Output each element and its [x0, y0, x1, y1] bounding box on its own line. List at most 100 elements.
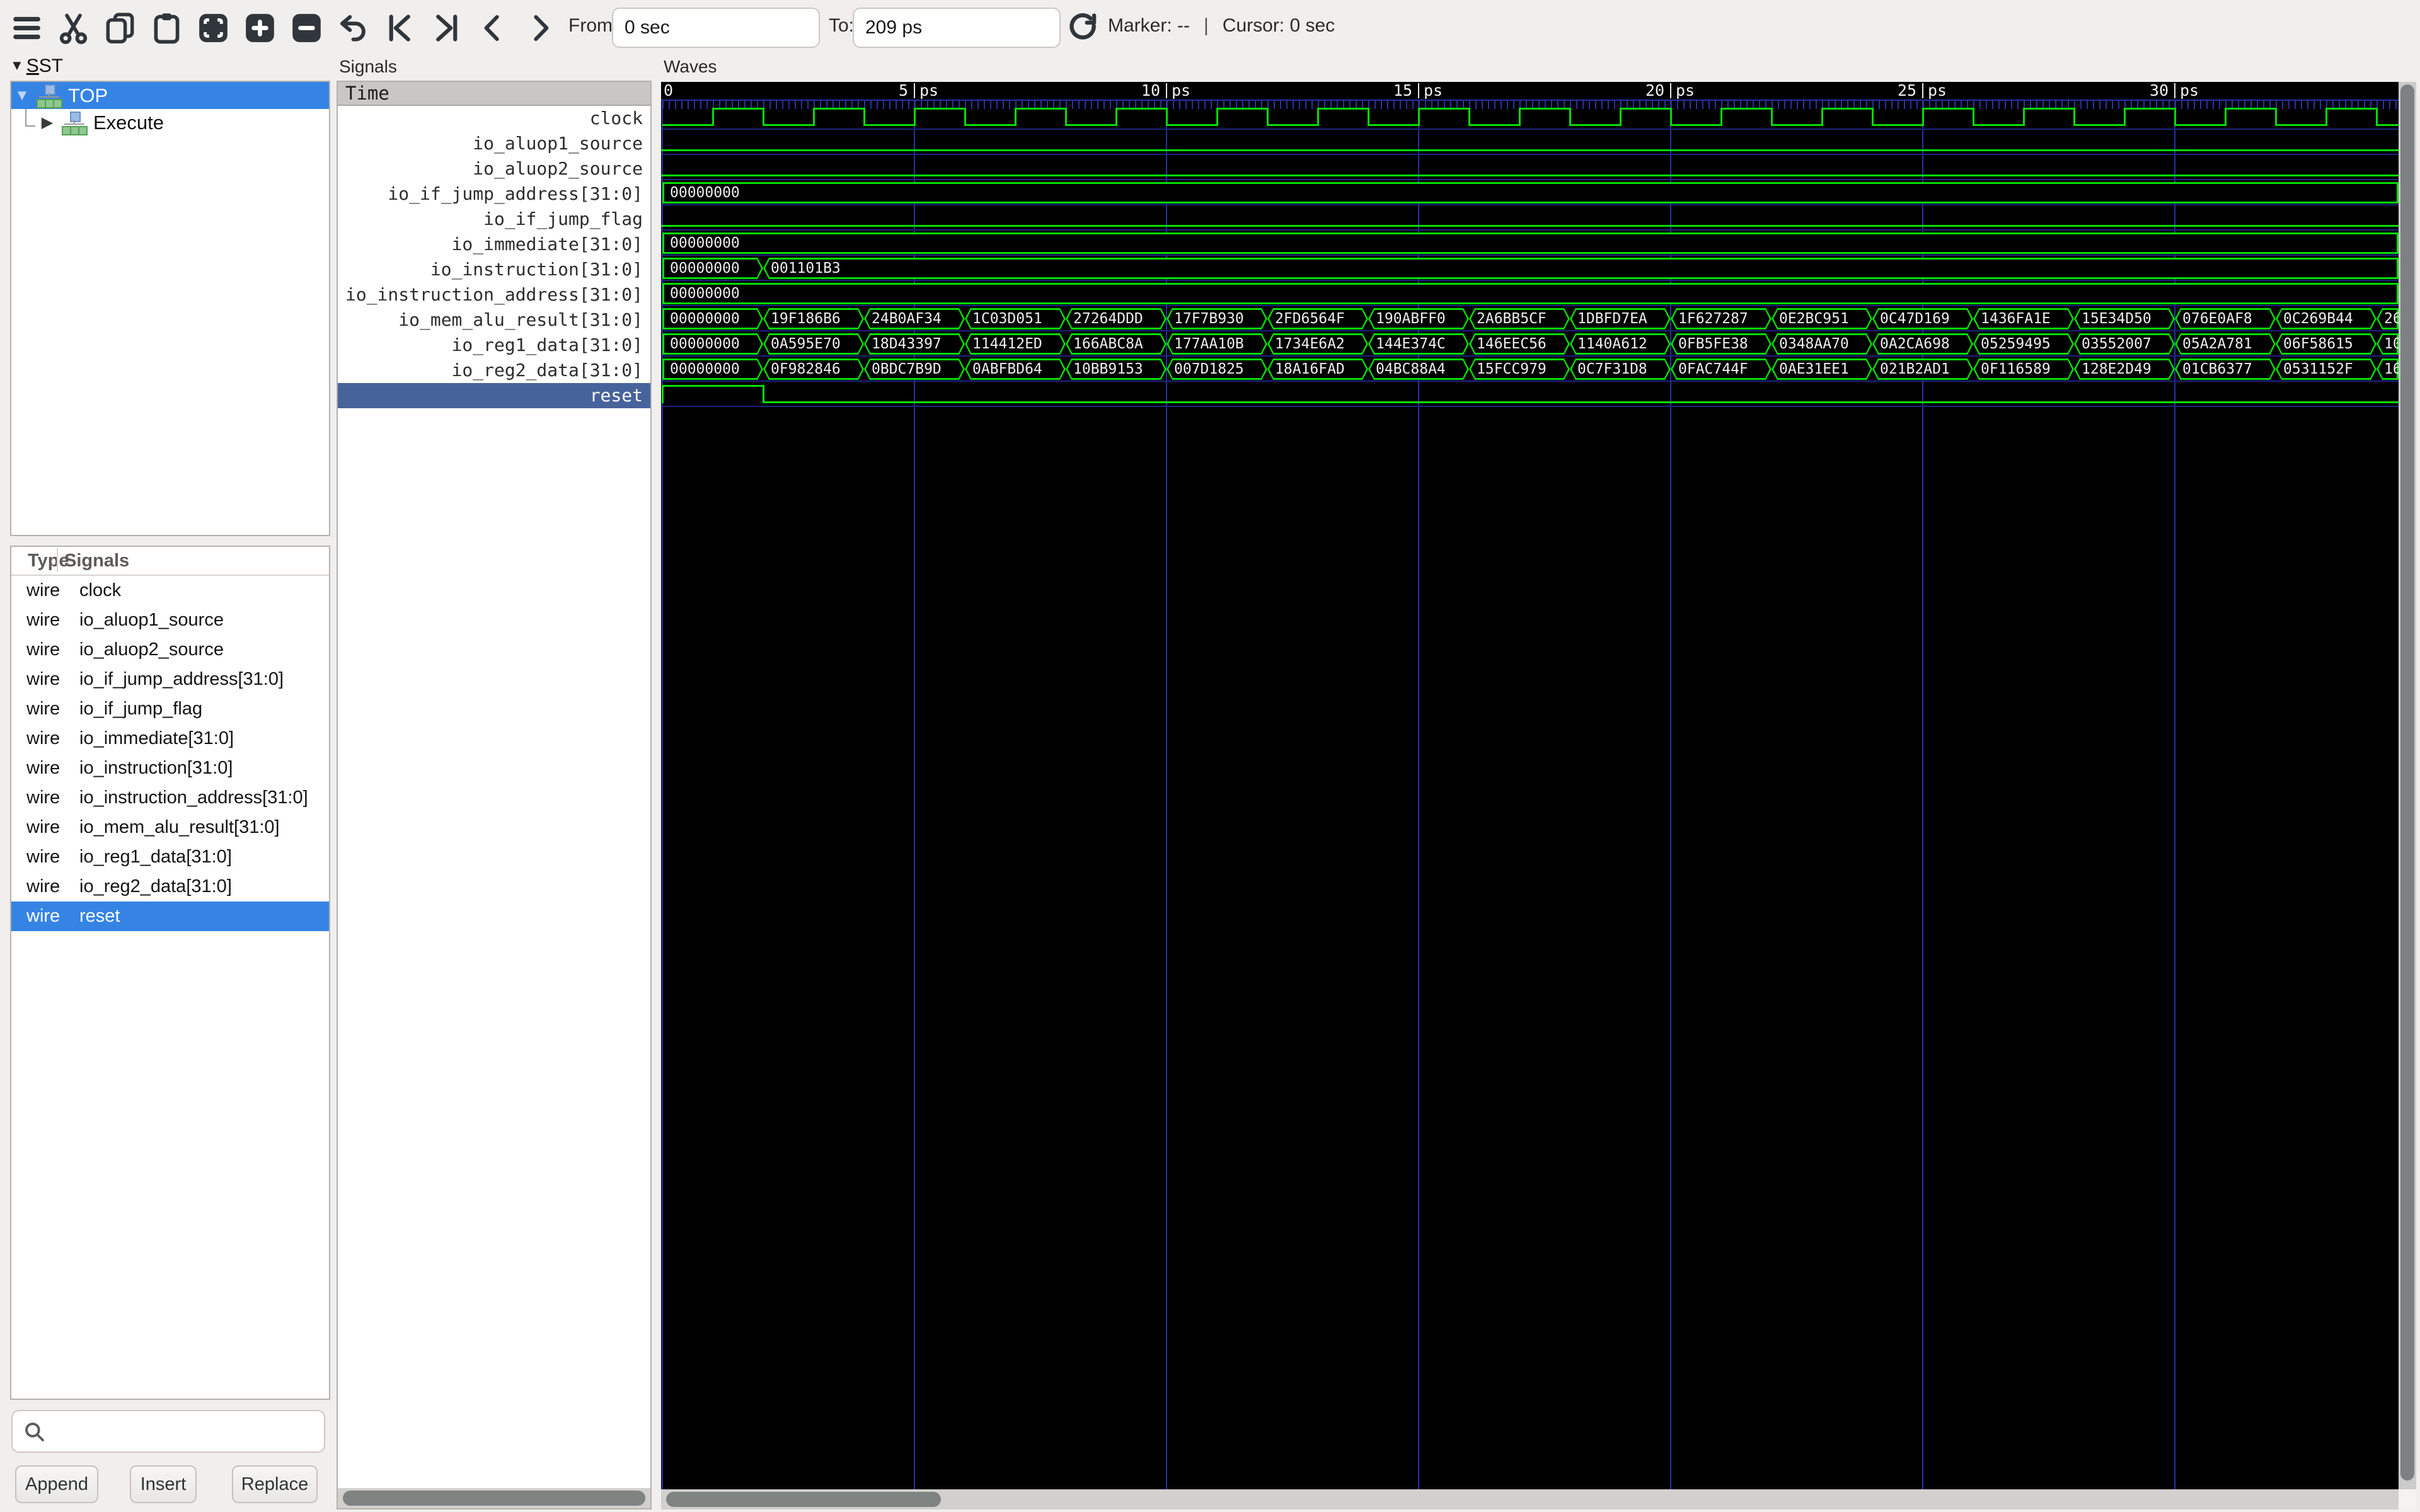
- wave-line: [1015, 108, 1066, 110]
- signal-name-cell: io_instruction_address[31:0]: [79, 788, 329, 808]
- bus-value: 0A595E70: [771, 335, 841, 353]
- from-input[interactable]: [612, 8, 820, 48]
- bus-segment: 1DBFD7EA: [1570, 308, 1671, 329]
- signal-table-row[interactable]: wireio_instruction_address[31:0]: [11, 783, 329, 813]
- signal-table-row[interactable]: wireio_mem_alu_result[31:0]: [11, 813, 329, 842]
- time-column-header[interactable]: Time: [338, 82, 650, 106]
- bus-value: 0C7F31D8: [1577, 360, 1647, 378]
- bus-value: 2FD6564F: [1275, 310, 1345, 328]
- signals-hscrollbar[interactable]: [338, 1488, 650, 1508]
- append-button[interactable]: Append: [15, 1465, 98, 1503]
- signal-table-row[interactable]: wireio_if_jump_address[31:0]: [11, 665, 329, 694]
- wave-edge: [763, 385, 764, 403]
- wave-line: [1570, 124, 1620, 126]
- signals-row[interactable]: io_instruction[31:0]: [338, 257, 650, 282]
- sst-tree-header[interactable]: ▼SST: [10, 55, 63, 77]
- signal-table-row[interactable]: wireclock: [11, 576, 329, 605]
- skip-to-start-icon[interactable]: [382, 10, 418, 46]
- wave-edge: [1115, 108, 1117, 126]
- signal-table-header: Type Signals: [11, 547, 329, 576]
- paste-icon[interactable]: [149, 10, 185, 46]
- bus-value: 24B0AF34: [872, 310, 942, 328]
- signal-type-cell: wire: [11, 906, 79, 927]
- bus-value: 04BC88A4: [1376, 360, 1446, 378]
- signals-row[interactable]: reset: [338, 383, 650, 408]
- zoom-out-icon[interactable]: [289, 10, 325, 46]
- wave-edge: [1216, 108, 1218, 126]
- replace-button[interactable]: Replace: [232, 1465, 318, 1503]
- wave-edge: [1670, 108, 1672, 126]
- signal-table-row[interactable]: wireio_reg2_data[31:0]: [11, 872, 329, 902]
- step-right-icon[interactable]: [522, 10, 558, 46]
- signals-row[interactable]: io_mem_alu_result[31:0]: [338, 307, 650, 333]
- menu-icon[interactable]: [9, 10, 45, 46]
- tree-item-execute[interactable]: ▶ Execute: [11, 109, 329, 136]
- wave-line: [1267, 124, 1318, 126]
- tree-item-top[interactable]: ▼ TOP: [11, 82, 329, 109]
- waves-vscrollbar-thumb[interactable]: [2400, 84, 2414, 1480]
- wave-line: [1721, 108, 1772, 110]
- signal-name-cell: io_mem_alu_result[31:0]: [79, 817, 329, 838]
- wave-line: [661, 149, 2399, 151]
- signal-table-row[interactable]: wireio_instruction[31:0]: [11, 753, 329, 783]
- wave-edge: [914, 108, 916, 126]
- signal-table-row[interactable]: wireio_reg1_data[31:0]: [11, 842, 329, 872]
- bus-segment: 27264DDD: [1066, 308, 1167, 329]
- signals-row[interactable]: io_aluop2_source: [338, 156, 650, 181]
- cursor-value: Cursor: 0 sec: [1223, 15, 1335, 36]
- signal-table-row[interactable]: wireio_immediate[31:0]: [11, 724, 329, 753]
- signal-table-row[interactable]: wirereset: [11, 902, 329, 931]
- undo-icon[interactable]: [335, 10, 371, 46]
- signals-row[interactable]: io_if_jump_flag: [338, 207, 650, 232]
- wave-edge: [1317, 108, 1319, 126]
- wave-edge: [2023, 108, 2025, 126]
- to-label: To:: [829, 15, 854, 37]
- to-input[interactable]: [853, 8, 1061, 48]
- tree-item-label: TOP: [68, 84, 108, 107]
- reload-icon[interactable]: [1065, 10, 1101, 46]
- bus-value: 1F627287: [1678, 310, 1748, 328]
- zoom-fit-icon[interactable]: [195, 10, 231, 46]
- bus-value: 05259495: [1981, 335, 2051, 353]
- step-left-icon[interactable]: [475, 10, 511, 46]
- signal-search-input[interactable]: [11, 1410, 325, 1453]
- signal-name-cell: io_reg2_data[31:0]: [79, 876, 329, 897]
- bus-value: 166ABC8A: [1073, 335, 1143, 353]
- bus-segment: 17F7B930: [1167, 308, 1267, 329]
- insert-button[interactable]: Insert: [130, 1465, 197, 1503]
- skip-to-end-icon[interactable]: [429, 10, 464, 46]
- signal-table-row[interactable]: wireio_aluop2_source: [11, 635, 329, 665]
- waves-vscrollbar[interactable]: [2399, 82, 2416, 1489]
- marker-cursor-status: Marker: --|Cursor: 0 sec: [1108, 15, 1335, 37]
- signal-name-cell: io_aluop2_source: [79, 639, 329, 660]
- bus-value: 0C47D169: [1880, 310, 1950, 328]
- wave-canvas[interactable]: 05ps10ps15ps20ps25ps30ps0000000000000000…: [661, 82, 2399, 1489]
- signals-row[interactable]: io_reg2_data[31:0]: [338, 358, 650, 383]
- bus-value: 15FCC979: [1477, 360, 1547, 378]
- expander-down-icon[interactable]: ▼: [11, 87, 33, 105]
- wave-row-separator: [661, 330, 2399, 331]
- signal-table-row[interactable]: wireio_if_jump_flag: [11, 694, 329, 724]
- cut-icon[interactable]: [55, 10, 91, 46]
- bus-segment: 177AA10B: [1167, 333, 1267, 355]
- signals-row[interactable]: io_immediate[31:0]: [338, 232, 650, 257]
- signals-row[interactable]: clock: [338, 106, 650, 131]
- expander-right-icon[interactable]: ▶: [37, 113, 58, 132]
- signals-hscrollbar-thumb[interactable]: [343, 1491, 645, 1506]
- waves-hscrollbar-thumb[interactable]: [666, 1492, 941, 1507]
- bus-value: 19F186B6: [771, 310, 841, 328]
- copy-icon[interactable]: [102, 10, 138, 46]
- zoom-in-icon[interactable]: [242, 10, 278, 46]
- waves-hscrollbar[interactable]: [661, 1489, 2399, 1509]
- bus-segment-body: [664, 285, 2397, 302]
- signals-row[interactable]: io_aluop1_source: [338, 131, 650, 156]
- signals-row[interactable]: io_instruction_address[31:0]: [338, 282, 650, 307]
- bus-value: 1C03D051: [972, 310, 1042, 328]
- sst-label: SST: [26, 55, 63, 76]
- signals-row[interactable]: io_if_jump_address[31:0]: [338, 181, 650, 207]
- bus-segment: 1C03D051: [965, 308, 1066, 329]
- signals-row[interactable]: io_reg1_data[31:0]: [338, 333, 650, 358]
- signal-table-row[interactable]: wireio_aluop1_source: [11, 605, 329, 635]
- bus-value: 06F58615: [2283, 335, 2353, 353]
- wave-row-separator: [661, 129, 2399, 130]
